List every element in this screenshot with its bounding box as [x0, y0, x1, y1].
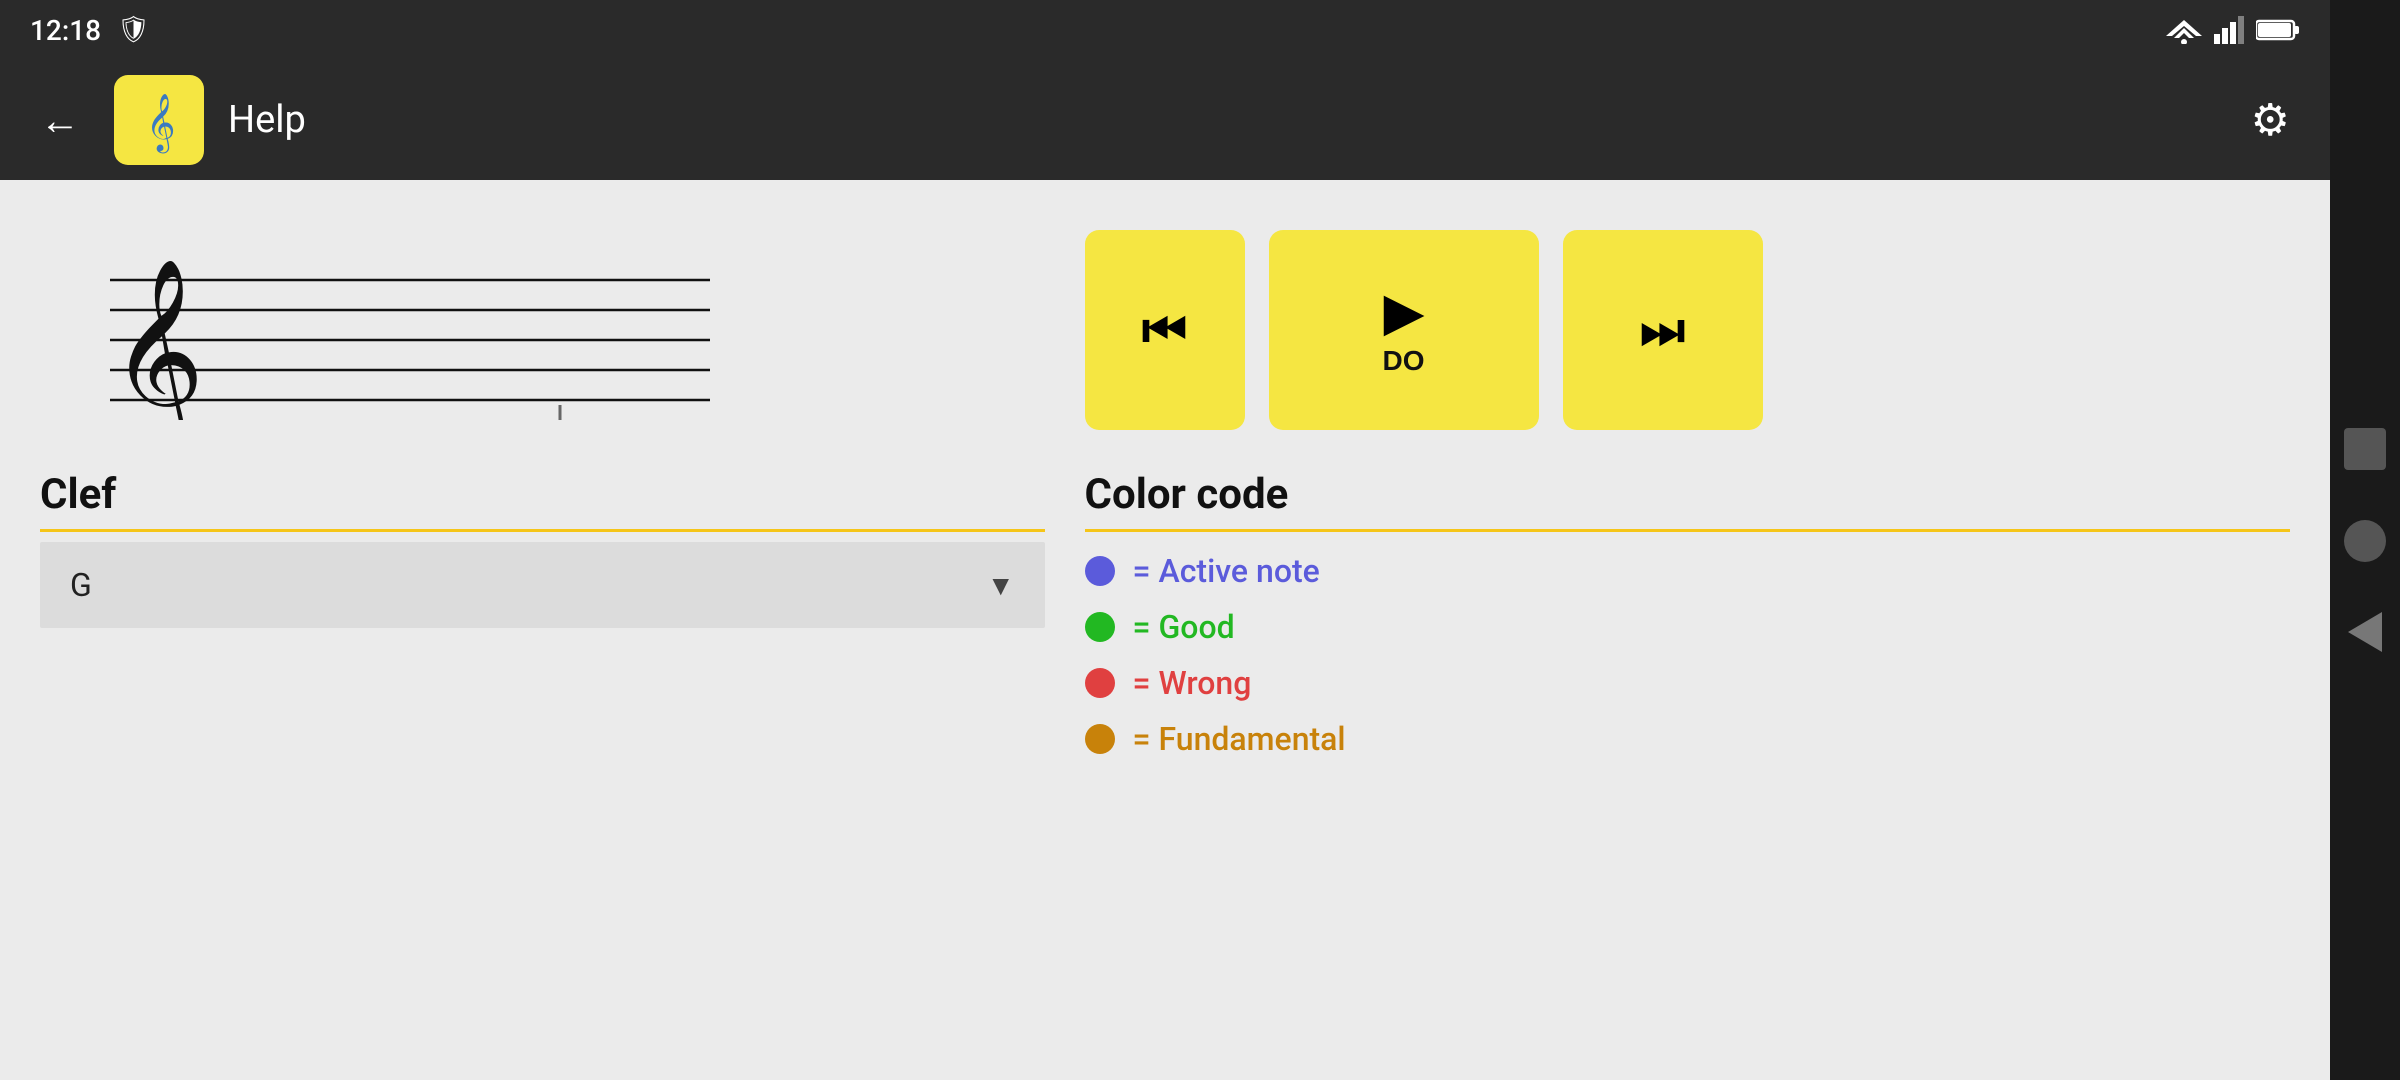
- app-icon: 𝄞: [114, 75, 204, 165]
- active-note-dot: [1085, 556, 1115, 586]
- play-button[interactable]: ▶ DO: [1269, 230, 1539, 430]
- wrong-label: = Wrong: [1133, 664, 1252, 702]
- music-staff: 𝄞: [40, 220, 720, 420]
- battery-icon: [2256, 18, 2300, 42]
- status-bar: 12:18 🛡: [0, 0, 2330, 60]
- color-code-section: Color code = Active note = Good = Wrong: [1085, 470, 2290, 758]
- side-circle-button[interactable]: [2344, 520, 2386, 562]
- next-icon: ⏭: [1640, 301, 1685, 360]
- playback-controls: ⏮ ▶ DO ⏭: [1085, 210, 2290, 430]
- time-display: 12:18: [30, 14, 101, 47]
- clef-divider: [40, 529, 1045, 532]
- fundamental-dot: [1085, 724, 1115, 754]
- phone-area: 12:18 🛡 ←: [0, 0, 2330, 1080]
- clef-value: G: [70, 566, 92, 604]
- color-item-fundamental: = Fundamental: [1085, 720, 2290, 758]
- color-divider: [1085, 529, 2290, 532]
- fundamental-label: = Fundamental: [1133, 720, 1346, 758]
- color-code-title: Color code: [1085, 470, 2290, 519]
- active-note-label: = Active note: [1133, 552, 1320, 590]
- dropdown-arrow-icon: ▼: [987, 569, 1015, 602]
- shield-icon: 🛡: [117, 15, 150, 45]
- app-bar: ← 𝄞 Help ⚙: [0, 60, 2330, 180]
- side-square-button[interactable]: [2344, 428, 2386, 470]
- clef-title: Clef: [40, 470, 1045, 519]
- staff-area: 𝄞: [40, 210, 1045, 430]
- svg-text:𝄞: 𝄞: [146, 94, 176, 154]
- app-logo-icon: 𝄞: [124, 85, 194, 155]
- wrong-dot: [1085, 668, 1115, 698]
- status-icons: [2166, 16, 2300, 44]
- back-button[interactable]: ←: [30, 87, 90, 154]
- good-label: = Good: [1133, 608, 1235, 646]
- signal-icon: [2214, 16, 2244, 44]
- color-items: = Active note = Good = Wrong = Fundament…: [1085, 542, 2290, 758]
- prev-button[interactable]: ⏮: [1085, 230, 1245, 430]
- app-title: Help: [228, 98, 2227, 142]
- clef-dropdown[interactable]: G ▼: [40, 542, 1045, 628]
- color-item-wrong: = Wrong: [1085, 664, 2290, 702]
- svg-text:𝄞: 𝄞: [110, 261, 205, 420]
- color-item-good: = Good: [1085, 608, 2290, 646]
- color-item-active: = Active note: [1085, 552, 2290, 590]
- settings-button[interactable]: ⚙: [2251, 94, 2290, 146]
- right-panel: ⏮ ▶ DO ⏭ Color code = Active note: [1085, 210, 2290, 1050]
- play-note-label: DO: [1383, 345, 1425, 377]
- next-button[interactable]: ⏭: [1563, 230, 1763, 430]
- good-dot: [1085, 612, 1115, 642]
- play-icon: ▶: [1384, 283, 1422, 341]
- wifi-icon: [2166, 16, 2202, 44]
- clef-section: Clef G ▼: [40, 470, 1045, 628]
- left-panel: 𝄞 Clef G ▼: [40, 210, 1045, 1050]
- side-back-button[interactable]: [2348, 612, 2382, 652]
- main-content: 𝄞 Clef G ▼: [0, 180, 2330, 1080]
- prev-icon: ⏮: [1142, 301, 1187, 360]
- side-nav: [2330, 0, 2400, 1080]
